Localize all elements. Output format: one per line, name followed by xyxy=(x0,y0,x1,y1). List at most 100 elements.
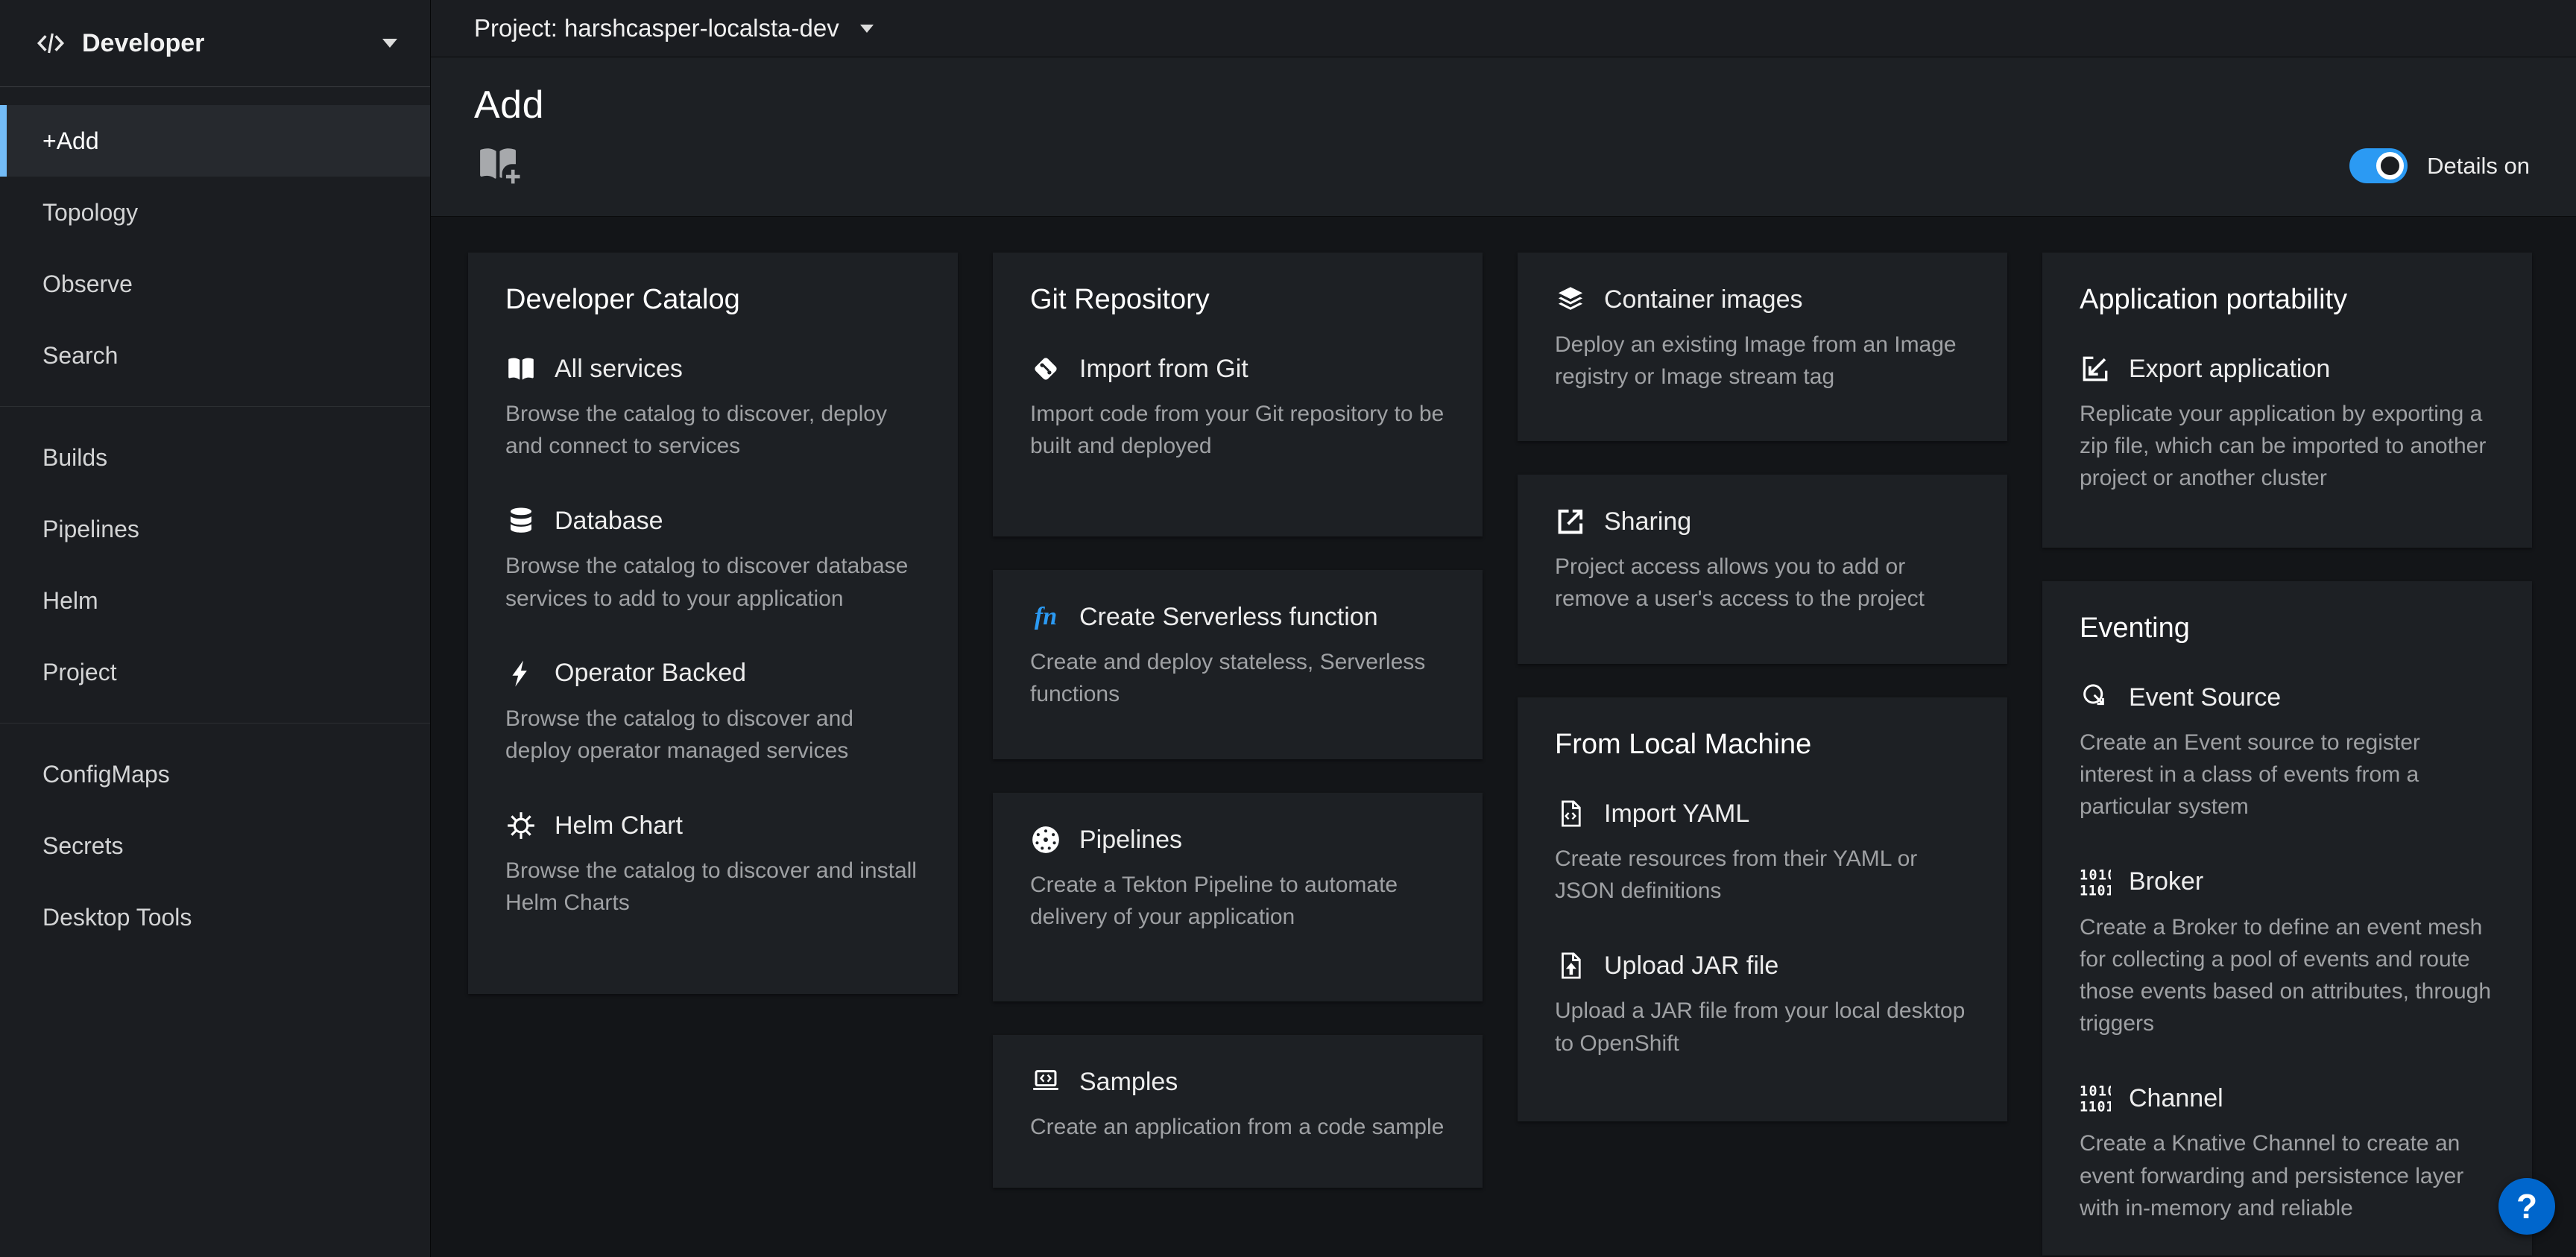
item-create-serverless-function: fnCreate Serverless functionCreate and d… xyxy=(1030,601,1445,710)
sidebar-item-label: Secrets xyxy=(42,832,123,860)
item-label: Operator Backed xyxy=(555,659,746,688)
sidebar-item-label: +Add xyxy=(42,127,99,155)
sidebar-group: +Add Topology Observe Search xyxy=(0,101,430,406)
sidebar-item-desktop-tools[interactable]: Desktop Tools xyxy=(0,881,430,953)
database-icon xyxy=(505,505,537,536)
item-label: Helm Chart xyxy=(555,811,683,840)
item-samples: Samples Create an application from a code… xyxy=(1030,1066,1445,1143)
card-pipelines: PipelinesCreate a Tekton Pipeline to aut… xyxy=(993,793,1483,1001)
details-toggle[interactable] xyxy=(2349,148,2408,183)
container-images-link[interactable]: Container images xyxy=(1555,284,1970,315)
card-samples: Samples Create an application from a code… xyxy=(993,1035,1483,1188)
sidebar-item-configmaps[interactable]: ConfigMaps xyxy=(0,738,430,810)
item-import-from-git: Import from Git Import code from your Git… xyxy=(1030,353,1445,462)
helm-icon xyxy=(505,810,537,841)
item-label: Upload JAR file xyxy=(1604,952,1778,981)
chevron-down-icon xyxy=(382,39,397,48)
export-application-icon xyxy=(2080,353,2111,384)
item-label: All services xyxy=(555,355,683,384)
container-images-icon xyxy=(1555,284,1586,315)
sidebar-item-label: Observe xyxy=(42,270,133,298)
sidebar-item-pipelines[interactable]: Pipelines xyxy=(0,493,430,565)
item-description: Browse the catalog to discover and deplo… xyxy=(505,703,921,767)
help-button[interactable]: ? xyxy=(2498,1178,2555,1235)
pipelines-link[interactable]: Pipelines xyxy=(1030,824,1445,855)
card-column: Application portabilityExport applicatio… xyxy=(2042,253,2532,1256)
sidebar-item-secrets[interactable]: Secrets xyxy=(0,810,430,881)
card-create-serverless-function: fnCreate Serverless functionCreate and d… xyxy=(993,570,1483,759)
broker-link[interactable]: 101011011Broker xyxy=(2080,867,2495,898)
pipelines-icon xyxy=(1030,824,1061,855)
card-developer-catalog: Developer Catalog All services Browse the … xyxy=(468,253,958,994)
export-application-link[interactable]: Export application xyxy=(2080,353,2495,384)
page-header: Add Details on xyxy=(431,57,2576,217)
sidebar-item-label: Pipelines xyxy=(42,516,139,543)
samples-link[interactable]: Samples xyxy=(1030,1066,1445,1098)
item-description: Browse the catalog to discover, deploy a… xyxy=(505,398,921,462)
sidebar-item-topology[interactable]: Topology xyxy=(0,177,430,248)
svg-text:11011: 11011 xyxy=(2080,1100,2111,1115)
item-description: Create a Broker to define an event mesh … xyxy=(2080,911,2495,1040)
item-container-images: Container imagesDeploy an existing Image… xyxy=(1555,284,1970,393)
item-description: Browse the catalog to discover and insta… xyxy=(505,855,921,919)
project-dropdown[interactable]: Project: harshcasper-localsta-dev xyxy=(474,14,874,42)
sidebar-item-label: Project xyxy=(42,659,117,686)
item-operator-backed: Operator Backed Browse the catalog to dis… xyxy=(505,658,921,767)
card-title: Developer Catalog xyxy=(505,284,921,316)
item-sharing: Sharing Project access allows you to add … xyxy=(1555,506,1970,615)
helm-chart-link[interactable]: Helm Chart xyxy=(505,810,921,841)
sidebar-item-observe[interactable]: Observe xyxy=(0,248,430,320)
sidebar-item-add[interactable]: +Add xyxy=(0,105,430,177)
all-services-link[interactable]: All services xyxy=(505,353,921,384)
item-description: Create resources from their YAML or JSON… xyxy=(1555,843,1970,907)
item-description: Project access allows you to add or remo… xyxy=(1555,551,1970,615)
item-label: Broker xyxy=(2129,867,2203,896)
project-toolbar: Project: harshcasper-localsta-dev xyxy=(431,0,2576,57)
sidebar-group: ConfigMaps Secrets Desktop Tools xyxy=(0,723,430,968)
toggle-knob xyxy=(2376,152,2404,180)
item-label: Import YAML xyxy=(1604,800,1749,829)
page-title: Add xyxy=(474,83,2533,127)
card-column: Container imagesDeploy an existing Image… xyxy=(1518,253,2007,1121)
upload-jar-file-link[interactable]: Upload JAR file xyxy=(1555,950,1970,981)
item-description: Import code from your Git repository to … xyxy=(1030,398,1445,462)
item-import-yaml: Import YAML Create resources from their Y… xyxy=(1555,798,1970,907)
quick-starts-book-plus-icon[interactable] xyxy=(474,142,523,186)
git-icon xyxy=(1030,353,1061,384)
event-source-link[interactable]: Event Source xyxy=(2080,682,2495,713)
channel-link[interactable]: 101011011Channel xyxy=(2080,1083,2495,1114)
card-container-images: Container imagesDeploy an existing Image… xyxy=(1518,253,2007,441)
item-description: Browse the catalog to discover database … xyxy=(505,550,921,614)
create-serverless-function-link[interactable]: fnCreate Serverless function xyxy=(1030,601,1445,633)
sidebar-item-builds[interactable]: Builds xyxy=(0,422,430,493)
code-icon xyxy=(36,28,66,58)
sidebar-item-label: Desktop Tools xyxy=(42,904,192,931)
item-label: Samples xyxy=(1079,1068,1178,1097)
sidebar-item-label: Helm xyxy=(42,587,98,615)
item-label: Export application xyxy=(2129,355,2330,384)
bolt-icon xyxy=(505,658,537,689)
item-description: Create an application from a code sample xyxy=(1030,1111,1445,1143)
svg-text:1010: 1010 xyxy=(2080,1084,2111,1100)
upload-jar-icon xyxy=(1555,950,1586,981)
sidebar-item-search[interactable]: Search xyxy=(0,320,430,391)
sidebar-item-helm[interactable]: Helm xyxy=(0,565,430,636)
serverless-fn-icon: fn xyxy=(1030,601,1061,633)
import-from-git-link[interactable]: Import from Git xyxy=(1030,353,1445,384)
item-upload-jar-file: Upload JAR fileUpload a JAR file from yo… xyxy=(1555,950,1970,1059)
item-pipelines: PipelinesCreate a Tekton Pipeline to aut… xyxy=(1030,824,1445,933)
event-source-icon xyxy=(2080,682,2111,713)
perspective-switcher[interactable]: Developer xyxy=(0,0,430,87)
sidebar-nav: +Add Topology Observe Search Builds Pipelines… xyxy=(0,87,430,968)
item-helm-chart: Helm Chart Browse the catalog to discover… xyxy=(505,810,921,919)
main-area: Project: harshcasper-localsta-dev Add De… xyxy=(431,0,2576,1257)
database-link[interactable]: Database xyxy=(505,505,921,536)
card-from-local-machine: From Local MachineImport YAMLCreate reso… xyxy=(1518,697,2007,1121)
sharing-link[interactable]: Sharing xyxy=(1555,506,1970,537)
import-yaml-link[interactable]: Import YAML xyxy=(1555,798,1970,829)
item-description: Create a Knative Channel to create an ev… xyxy=(2080,1127,2495,1224)
sidebar-item-project[interactable]: Project xyxy=(0,636,430,708)
chevron-down-icon xyxy=(860,25,874,33)
item-label: Sharing xyxy=(1604,507,1691,536)
operator-backed-link[interactable]: Operator Backed xyxy=(505,658,921,689)
